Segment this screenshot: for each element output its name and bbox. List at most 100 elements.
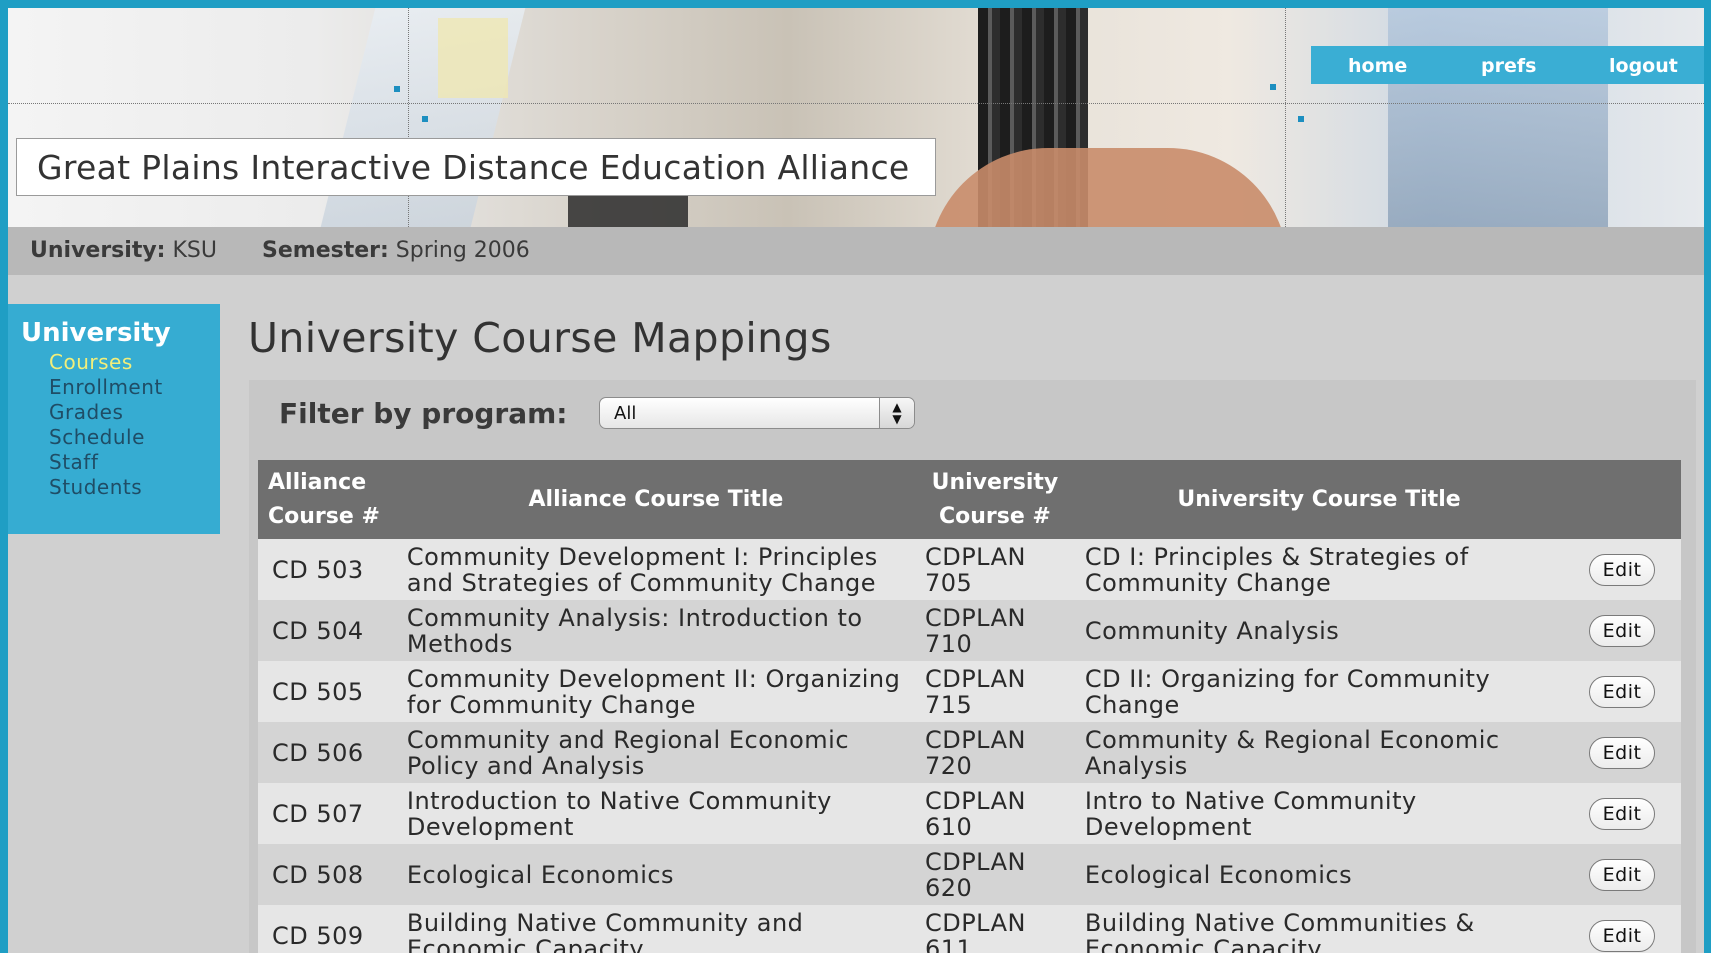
col-header-text: University xyxy=(931,469,1059,495)
alliance-course-num: CD 507 xyxy=(258,783,397,844)
row-actions: Edit xyxy=(1563,783,1681,844)
university-course-title: Community & Regional Economic Analysis xyxy=(1074,722,1564,783)
table-row: CD 507 Introduction to Native Community … xyxy=(258,783,1681,844)
col-header-alliance-course-title: Alliance Course Title xyxy=(396,460,915,539)
uni-num-line: 705 xyxy=(924,568,973,597)
alliance-course-num: CD 504 xyxy=(258,600,397,661)
banner-photo-shape xyxy=(438,18,508,98)
sidebar-heading: University xyxy=(21,318,171,348)
edit-button[interactable]: Edit xyxy=(1589,858,1656,891)
banner-marker xyxy=(422,116,428,122)
uni-num-line: 611 xyxy=(924,934,973,953)
context-info-bar: University: KSU Semester: Spring 2006 xyxy=(8,227,1704,275)
header-banner: Great Plains Interactive Distance Educat… xyxy=(8,8,1704,227)
program-filter-value: All xyxy=(614,403,637,424)
site-title-box: Great Plains Interactive Distance Educat… xyxy=(16,138,936,196)
edit-button[interactable]: Edit xyxy=(1589,736,1656,769)
nav-logout-link[interactable]: logout xyxy=(1609,55,1678,77)
university-course-title: Building Native Communities & Economic C… xyxy=(1074,905,1564,953)
semester-label: Semester: xyxy=(262,238,389,263)
uni-num-line: 620 xyxy=(924,873,973,902)
alliance-course-title: Building Native Community and Economic C… xyxy=(396,905,915,953)
uni-num-line: CDPLAN xyxy=(924,725,1026,754)
university-label: University: xyxy=(30,238,166,263)
sidebar-item-schedule[interactable]: Schedule xyxy=(49,425,163,450)
sidebar-item-grades[interactable]: Grades xyxy=(49,400,163,425)
sidebar-item-enrollment[interactable]: Enrollment xyxy=(49,375,163,400)
alliance-course-num: CD 506 xyxy=(258,722,397,783)
table-row: CD 506 Community and Regional Economic P… xyxy=(258,722,1681,783)
sidebar-menu: Courses Enrollment Grades Schedule Staff… xyxy=(49,350,163,500)
banner-guide-line xyxy=(8,103,1704,104)
page-frame: Great Plains Interactive Distance Educat… xyxy=(8,8,1704,953)
banner-guide-line xyxy=(1285,8,1286,227)
nav-prefs-link[interactable]: prefs xyxy=(1481,55,1536,77)
banner-marker xyxy=(1298,116,1304,122)
alliance-course-num: CD 508 xyxy=(258,844,397,905)
uni-num-line: 610 xyxy=(924,812,973,841)
alliance-course-title: Community Development II: Organizing for… xyxy=(396,661,915,722)
col-header-university-course-title: University Course Title xyxy=(1074,460,1564,539)
page-title: University Course Mappings xyxy=(248,314,832,362)
row-actions: Edit xyxy=(1563,539,1681,600)
university-course-title: CD I: Principles & Strategies of Communi… xyxy=(1074,539,1564,600)
sidebar: University Courses Enrollment Grades Sch… xyxy=(8,304,220,534)
edit-button[interactable]: Edit xyxy=(1589,553,1656,586)
edit-button[interactable]: Edit xyxy=(1589,797,1656,830)
uni-num-line: CDPLAN xyxy=(924,786,1026,815)
edit-button[interactable]: Edit xyxy=(1589,919,1656,952)
uni-num-line: CDPLAN xyxy=(924,603,1026,632)
banner-photo-shape xyxy=(1388,8,1608,227)
filter-label: Filter by program: xyxy=(279,397,568,430)
course-mappings-panel: Filter by program: All ▲ ▼ Alliance Cours… xyxy=(249,380,1696,953)
alliance-course-num: CD 509 xyxy=(258,905,397,953)
alliance-course-num: CD 505 xyxy=(258,661,397,722)
university-course-num: CDPLAN 611 xyxy=(914,905,1075,953)
table-row: CD 503 Community Development I: Principl… xyxy=(258,539,1681,600)
university-course-title: Intro to Native Community Development xyxy=(1074,783,1564,844)
banner-marker xyxy=(394,86,400,92)
table-row: CD 505 Community Development II: Organiz… xyxy=(258,661,1681,722)
sidebar-item-staff[interactable]: Staff xyxy=(49,450,163,475)
university-course-num: CDPLAN 710 xyxy=(914,600,1075,661)
sidebar-item-students[interactable]: Students xyxy=(49,475,163,500)
alliance-course-title: Ecological Economics xyxy=(396,844,915,905)
banner-marker xyxy=(1270,84,1276,90)
uni-num-line: CDPLAN xyxy=(924,542,1026,571)
table-row: CD 508 Ecological Economics CDPLAN 620 Ec… xyxy=(258,844,1681,905)
nav-home-link[interactable]: home xyxy=(1348,55,1407,77)
university-course-num: CDPLAN 720 xyxy=(914,722,1075,783)
alliance-course-num: CD 503 xyxy=(258,539,397,600)
semester-info: Semester: Spring 2006 xyxy=(262,238,530,263)
alliance-course-title: Introduction to Native Community Develop… xyxy=(396,783,915,844)
table-header-row: Alliance Course # Alliance Course Title … xyxy=(258,460,1681,539)
col-header-alliance-course-num: Alliance Course # xyxy=(258,460,397,539)
row-actions: Edit xyxy=(1563,844,1681,905)
col-header-text: Course # xyxy=(268,503,380,529)
uni-num-line: CDPLAN xyxy=(924,908,1026,937)
course-mappings-table: Alliance Course # Alliance Course Title … xyxy=(258,460,1681,953)
col-header-text: Course # xyxy=(938,503,1051,529)
alliance-course-title: Community Development I: Principles and … xyxy=(396,539,915,600)
uni-num-line: 715 xyxy=(924,690,973,719)
col-header-text: Alliance xyxy=(268,469,367,495)
semester-value: Spring 2006 xyxy=(395,238,530,263)
university-info: University: KSU xyxy=(30,238,217,263)
university-course-title: CD II: Organizing for Community Change xyxy=(1074,661,1564,722)
program-filter-select[interactable]: All ▲ ▼ xyxy=(599,397,915,429)
university-course-title: Community Analysis xyxy=(1074,600,1564,661)
table-row: CD 509 Building Native Community and Eco… xyxy=(258,905,1681,953)
alliance-course-title: Community Analysis: Introduction to Meth… xyxy=(396,600,915,661)
edit-button[interactable]: Edit xyxy=(1589,614,1656,647)
university-value: KSU xyxy=(172,238,217,263)
university-course-num: CDPLAN 715 xyxy=(914,661,1075,722)
uni-num-line: 720 xyxy=(924,751,973,780)
university-course-num: CDPLAN 610 xyxy=(914,783,1075,844)
university-course-num: CDPLAN 705 xyxy=(914,539,1075,600)
top-navigation: home prefs logout xyxy=(1311,46,1704,84)
sidebar-item-courses[interactable]: Courses xyxy=(49,350,163,375)
university-course-title: Ecological Economics xyxy=(1074,844,1564,905)
row-actions: Edit xyxy=(1563,600,1681,661)
edit-button[interactable]: Edit xyxy=(1589,675,1656,708)
alliance-course-title: Community and Regional Economic Policy a… xyxy=(396,722,915,783)
